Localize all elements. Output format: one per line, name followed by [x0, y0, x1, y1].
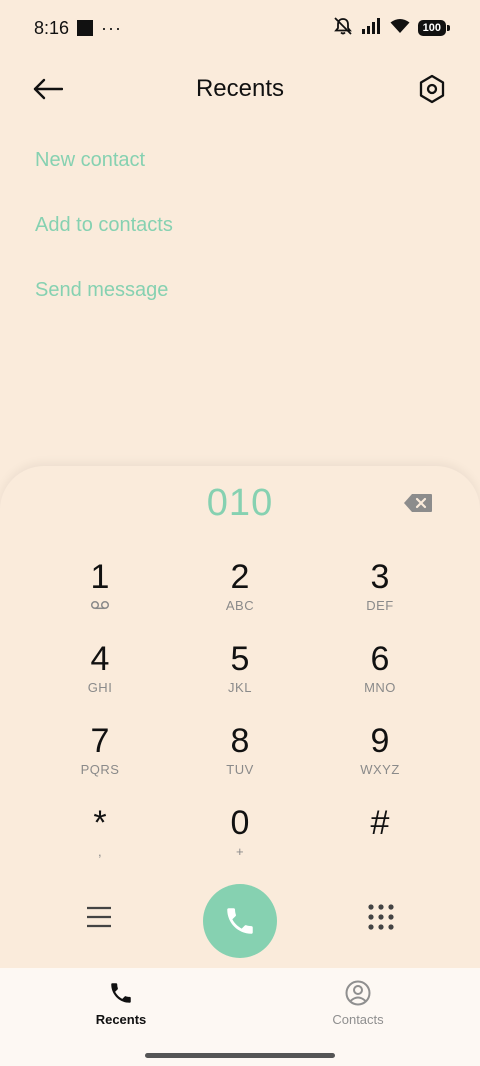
- key-letters: GHI: [87, 680, 113, 695]
- key-letters: ,: [97, 844, 103, 859]
- page-title: Recents: [195, 75, 285, 102]
- wifi-icon: [390, 18, 410, 39]
- add-to-contacts-option[interactable]: Add to contacts: [35, 205, 173, 245]
- key-digit: 5: [230, 640, 250, 678]
- mute-icon: [332, 16, 354, 41]
- nav-recents-label: Recents: [95, 1012, 147, 1027]
- home-indicator[interactable]: [145, 1053, 335, 1058]
- status-time: 8:16: [34, 17, 70, 38]
- key-digit: *: [93, 804, 107, 842]
- key-5[interactable]: 5 JKL: [170, 638, 310, 720]
- key-letters: JKL: [228, 680, 252, 695]
- key-3[interactable]: 3 DEF: [310, 556, 450, 638]
- key-digit: 9: [370, 722, 390, 760]
- key-digit: 8: [230, 722, 250, 760]
- settings-button[interactable]: [414, 72, 450, 106]
- back-button[interactable]: [30, 72, 66, 106]
- key-letters: DEF: [366, 598, 394, 613]
- status-left: 8:16 ···: [34, 18, 122, 39]
- backspace-icon: [404, 494, 432, 512]
- key-0[interactable]: 0 +: [170, 802, 310, 884]
- dialer-panel: 010 1 2 ABC 3 DEF 4 GHI 5 JKL 6 MNO 7 PQ…: [0, 466, 480, 968]
- more-notifications-icon: ···: [101, 17, 123, 38]
- phone-icon: [111, 983, 131, 1003]
- key-9[interactable]: 9 WXYZ: [310, 720, 450, 802]
- key-digit: 7: [90, 722, 110, 760]
- phone-icon: [227, 908, 253, 934]
- key-letters: WXYZ: [360, 762, 400, 777]
- key-letters: ABC: [225, 598, 255, 613]
- dialpad-toggle-button[interactable]: [366, 902, 396, 932]
- bottom-nav: Recents Contacts: [0, 968, 480, 1066]
- nav-contacts[interactable]: Contacts: [298, 980, 418, 1027]
- action-options: New contact Add to contacts Send message: [35, 140, 173, 335]
- call-button[interactable]: [203, 884, 277, 958]
- nav-recents[interactable]: Recents: [61, 980, 181, 1027]
- key-digit: 3: [370, 558, 390, 596]
- send-message-option[interactable]: Send message: [35, 270, 173, 310]
- key-letters: +: [235, 844, 245, 859]
- hexagon-settings-icon: [419, 74, 445, 104]
- key-digit: 6: [370, 640, 390, 678]
- status-right: 100: [332, 16, 451, 41]
- menu-button[interactable]: [84, 902, 114, 932]
- key-digit: 0: [230, 804, 250, 842]
- signal-icon: [361, 17, 382, 39]
- backspace-button[interactable]: [400, 488, 436, 518]
- battery-indicator: 100: [417, 20, 451, 36]
- key-8[interactable]: 8 TUV: [170, 720, 310, 802]
- keypad: 1 2 ABC 3 DEF 4 GHI 5 JKL 6 MNO 7 PQRS 8…: [30, 556, 450, 884]
- voicemail-icon: [90, 598, 110, 616]
- new-contact-option[interactable]: New contact: [35, 140, 173, 180]
- key-7[interactable]: 7 PQRS: [30, 720, 170, 802]
- key-6[interactable]: 6 MNO: [310, 638, 450, 720]
- key-2[interactable]: 2 ABC: [170, 556, 310, 638]
- key-1[interactable]: 1: [30, 556, 170, 638]
- menu-icon: [87, 906, 111, 928]
- key-4[interactable]: 4 GHI: [30, 638, 170, 720]
- key-letters: MNO: [364, 680, 396, 695]
- app-header: Recents: [0, 62, 480, 116]
- key-digit: 4: [90, 640, 110, 678]
- dialpad-icon: [368, 904, 394, 930]
- notification-square-icon: [77, 20, 94, 36]
- key-letters: TUV: [226, 762, 254, 777]
- person-circle-icon: [345, 980, 371, 1006]
- key-hash[interactable]: #: [310, 802, 450, 884]
- key-letters: PQRS: [80, 762, 120, 777]
- key-digit: #: [370, 804, 390, 842]
- key-star[interactable]: * ,: [30, 802, 170, 884]
- key-digit: 1: [90, 558, 110, 596]
- arrow-left-icon: [33, 78, 63, 100]
- dial-actions: [0, 884, 480, 958]
- status-bar: 8:16 ··· 100: [0, 0, 480, 56]
- nav-contacts-label: Contacts: [332, 1012, 384, 1027]
- key-digit: 2: [230, 558, 250, 596]
